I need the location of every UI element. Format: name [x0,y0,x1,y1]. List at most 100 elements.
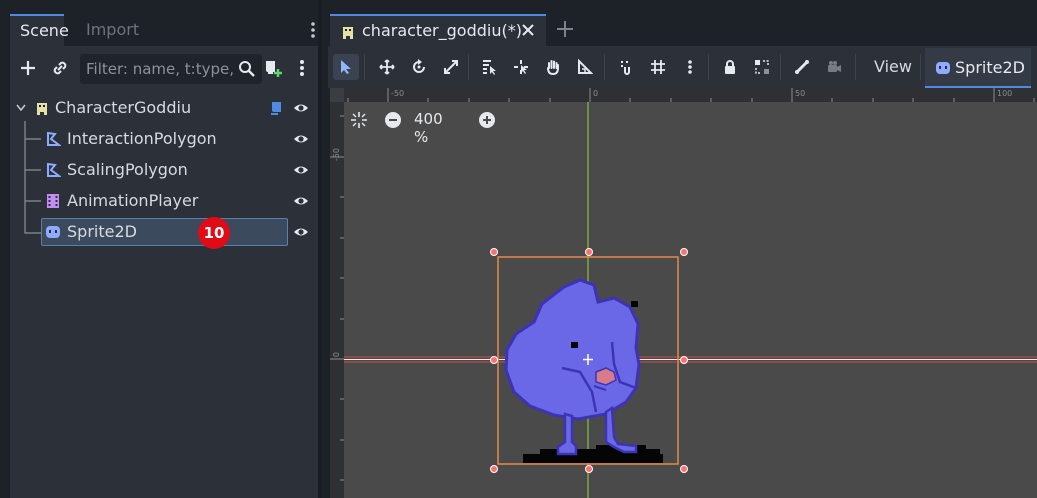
ruler-top: -50 0 50 100 [330,88,1037,102]
list-select-button[interactable] [476,54,502,80]
lock-icon [725,60,735,74]
search-icon [239,61,255,77]
scene-dock: Scene Import Filter: name, t:type, g:gro… [0,0,322,498]
pivot-icon [514,60,528,74]
visibility-eye-icon[interactable] [293,193,309,209]
resize-handle-top-left [490,248,498,256]
tree-item-scalingpolygon[interactable]: ScalingPolygon [10,155,318,185]
ruler-label: -50 [391,89,405,98]
snap-options-button[interactable] [677,54,703,80]
smart-snap-button[interactable] [613,54,639,80]
toolbar-separator [468,54,469,80]
resize-handle-top-right [680,248,688,256]
ruler-top-ticks [347,88,1035,102]
canvas-viewport[interactable]: -50 0 50 100 -50 0 400 % [330,88,1037,498]
toolbar-separator [604,54,605,80]
goddiu-sprite[interactable] [504,278,641,456]
grid-snap-icon [651,60,665,74]
scene-canvas[interactable] [344,102,1037,498]
ruler-label: 50 [795,89,806,98]
visibility-eye-icon[interactable] [293,131,309,147]
canvas-toolbar: View Sprite2D [328,46,1037,88]
collapse-arrow-icon[interactable] [16,103,26,113]
script-add-icon [266,61,282,77]
new-scene-tab-icon[interactable] [554,18,576,40]
resize-handle-bottom-right [680,465,688,473]
close-icon[interactable] [520,22,536,38]
tree-item-label: ScalingPolygon [67,160,188,179]
center-view-icon[interactable] [350,111,368,129]
tree-item-label: Sprite2D [67,222,137,241]
zoom-out-icon[interactable] [384,111,402,129]
camera-icon [828,61,841,72]
tree-item-interactionpolygon[interactable]: InteractionPolygon [10,124,318,154]
tab-import[interactable]: Import [76,14,149,46]
toolbar-separator [708,54,709,80]
dock-tabs: Scene Import [10,14,322,46]
view-menu[interactable]: View [866,54,920,80]
collision-polygon-icon [47,162,61,177]
grid-snap-button[interactable] [645,54,671,80]
filter-input[interactable] [86,59,234,79]
select-arrow-icon [341,60,351,74]
editor-area: character_goddiu(*) View Sprite2D -50 0 … [328,0,1037,498]
step-badge: 10 [198,217,230,249]
sprite-shadow [523,445,663,463]
resize-handle-bottom-left [490,465,498,473]
sprite2d-editor-tab[interactable]: Sprite2D [925,48,1031,88]
zoom-level[interactable]: 400 % [414,110,443,146]
move-icon [379,59,395,75]
script-icon[interactable] [268,100,284,116]
plus-icon [21,61,35,75]
filter-field[interactable] [80,54,262,84]
tree-item-label: CharacterGoddiu [55,98,192,117]
sprite2d-icon [936,62,950,74]
lock-button[interactable] [717,54,743,80]
scale-icon [444,60,458,74]
resize-handle-bottom [585,465,593,473]
list-select-icon [483,60,496,75]
rotate-mode-button[interactable] [406,54,432,80]
tab-scene[interactable]: Scene [10,14,69,46]
scene-menu-button[interactable] [292,56,312,80]
camera-override-button[interactable] [821,54,847,80]
sprite-eye [631,301,638,307]
tree-item-sprite2d[interactable]: Sprite2D [10,217,318,247]
scene-tab[interactable]: character_goddiu(*) [330,14,546,46]
resize-handle-right [680,356,688,364]
resize-handle-left [490,356,498,364]
zoom-in-icon[interactable] [478,111,496,129]
visibility-eye-icon[interactable] [293,224,309,240]
ruler-mode-button[interactable] [572,54,598,80]
ruler-corner [330,88,344,102]
select-mode-button[interactable] [333,54,359,80]
pan-mode-button[interactable] [540,54,566,80]
scene-tab-label: character_goddiu(*) [362,21,522,40]
pivot-mode-button[interactable] [508,54,534,80]
ruler-label: 100 [997,89,1013,98]
scene-tree-panel: CharacterGoddiu InteractionPolygon [10,46,318,498]
skeleton-button[interactable] [789,54,815,80]
move-mode-button[interactable] [374,54,400,80]
bone-icon [795,60,809,74]
collision-polygon-icon [47,131,61,146]
tree-item-animationplayer[interactable]: AnimationPlayer [10,186,318,216]
ruler-left-ticks [330,115,344,481]
scene-toolbar [10,54,318,84]
character-body-icon [37,103,47,115]
add-node-button[interactable] [16,56,40,80]
visibility-eye-icon[interactable] [293,100,309,116]
smart-snap-icon [621,61,630,75]
dock-menu-icon[interactable] [310,22,316,38]
ruler-icon [578,59,593,74]
character-body-icon [343,27,353,39]
group-button[interactable] [749,54,775,80]
toolbar-separator [780,54,781,80]
scale-mode-button[interactable] [438,54,464,80]
toolbar-separator [920,54,921,80]
visibility-eye-icon[interactable] [293,162,309,178]
instance-scene-button[interactable] [48,56,72,80]
attach-script-button[interactable] [260,56,284,80]
tree-item-charactergoddiu[interactable]: CharacterGoddiu [10,93,318,123]
tree-item-label: AnimationPlayer [67,191,199,210]
